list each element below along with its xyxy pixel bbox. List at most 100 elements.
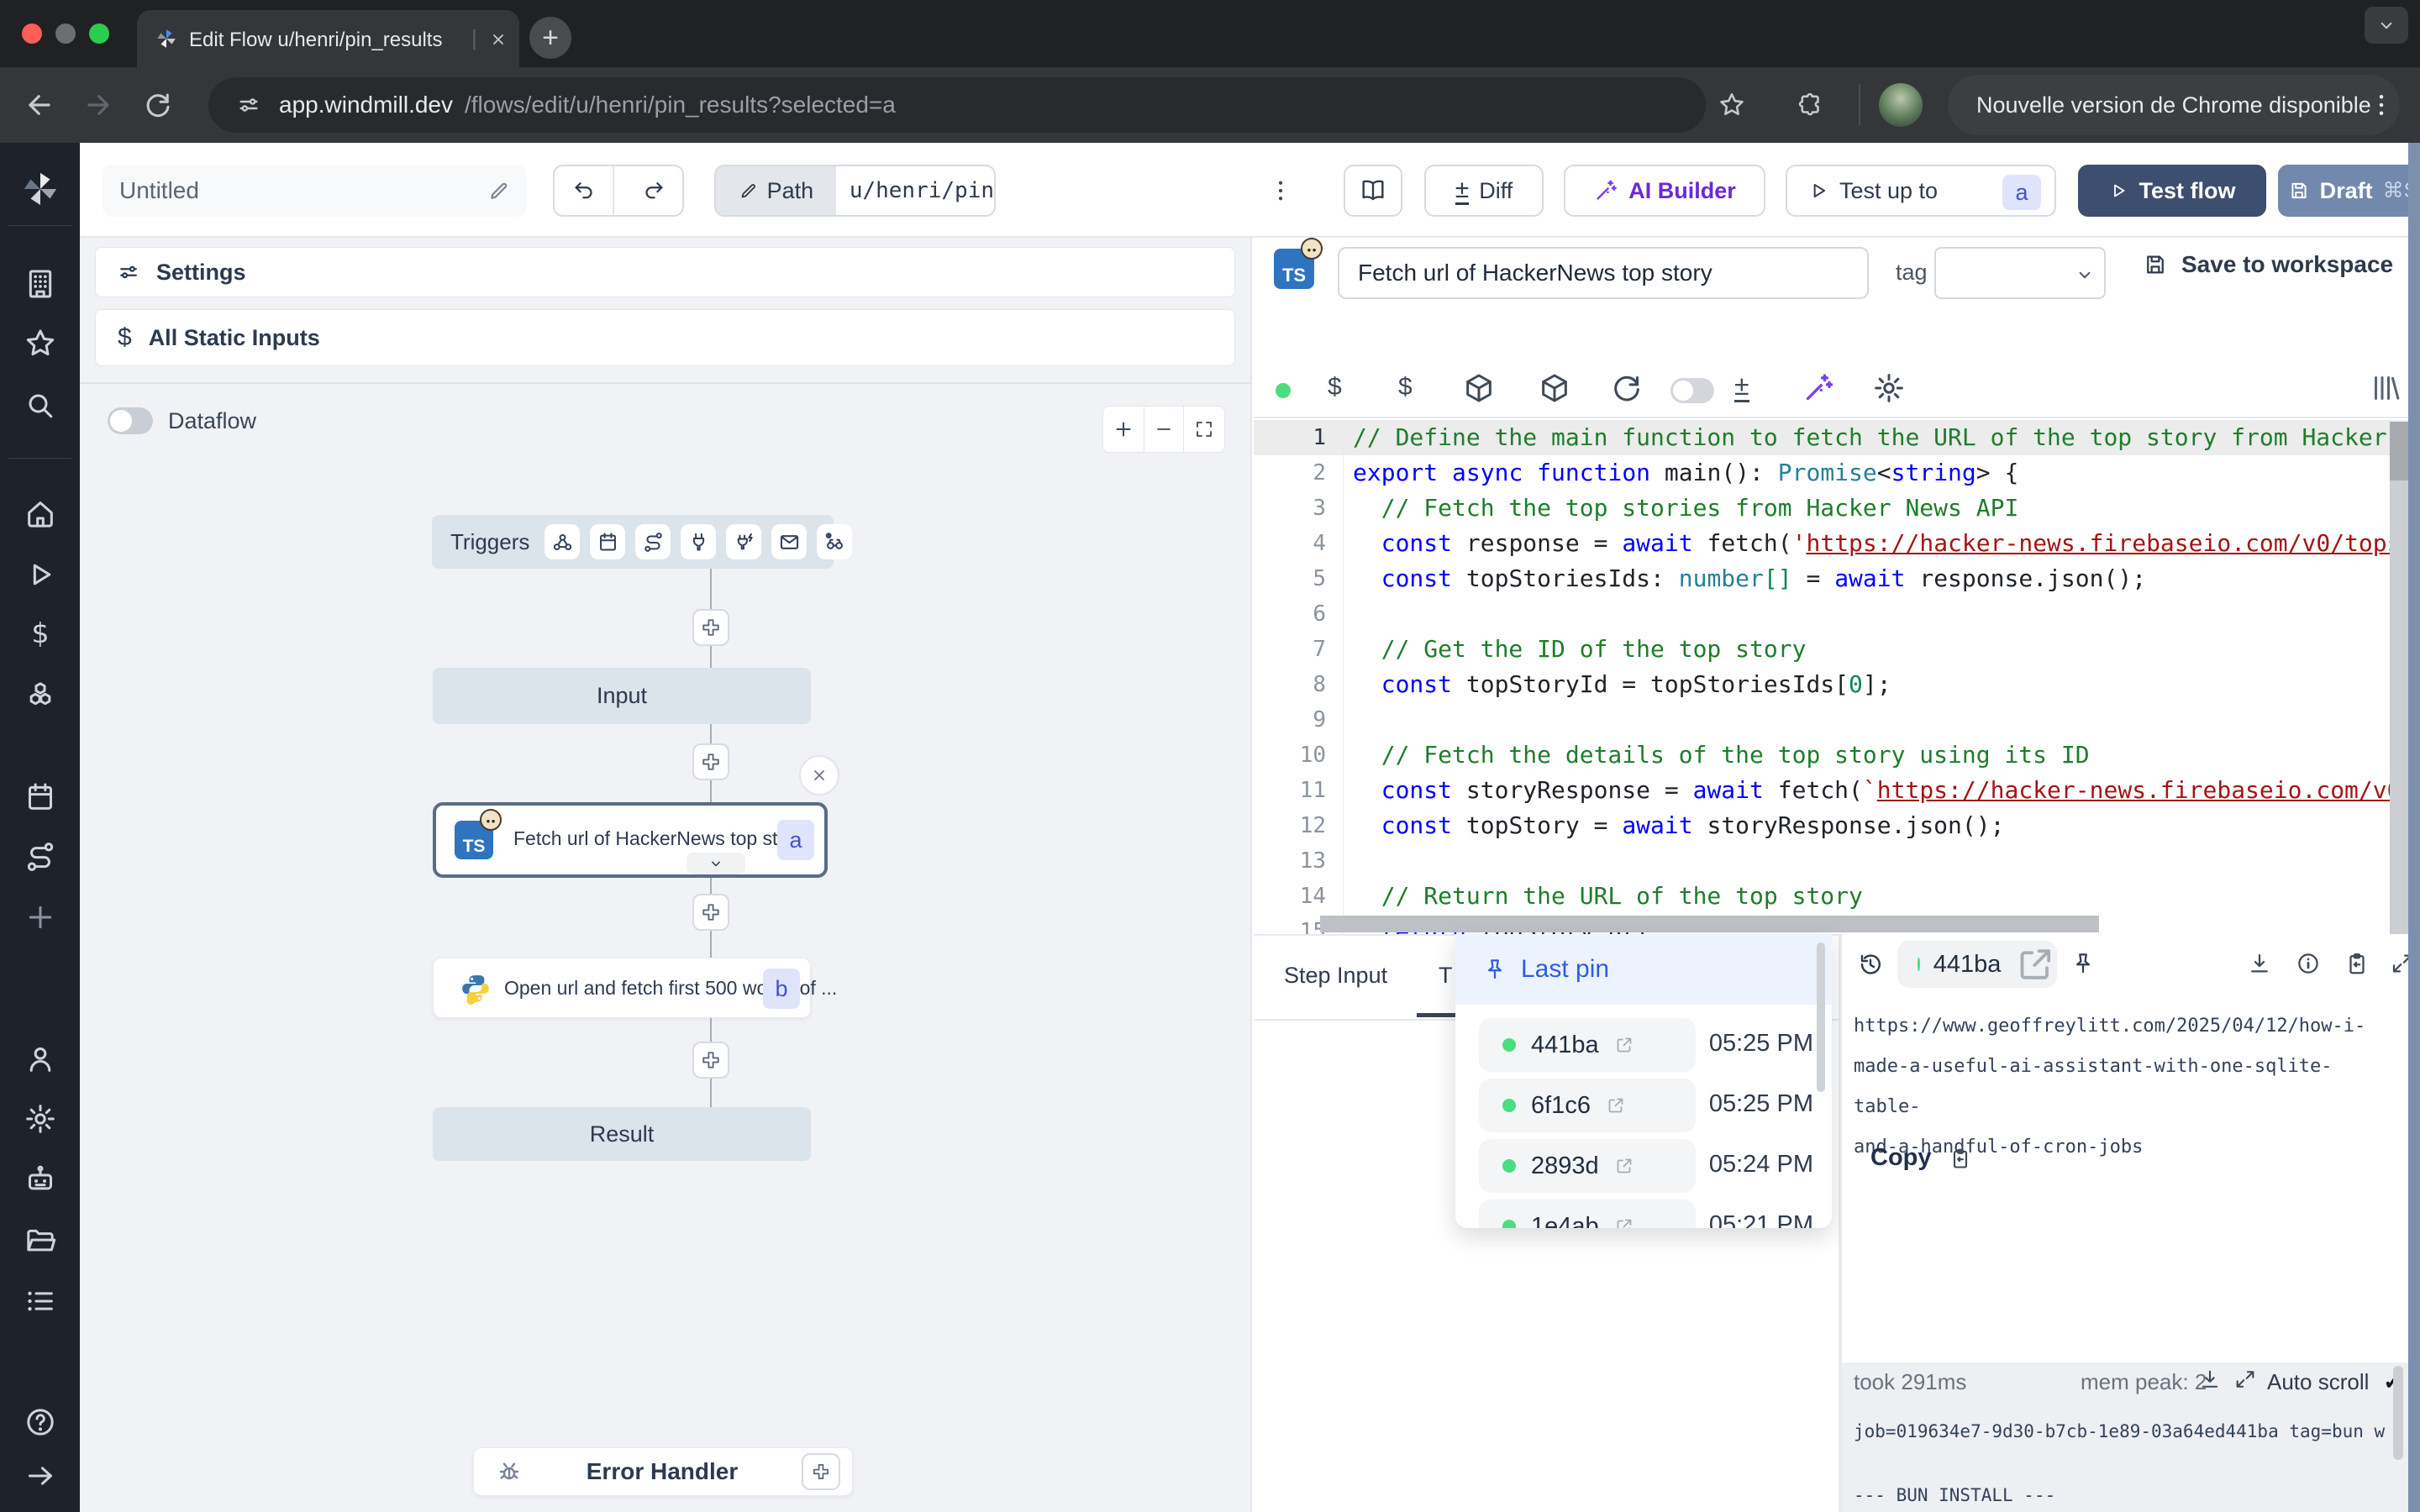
history-icon[interactable] — [1857, 951, 1884, 978]
code-scrollbar-thumb[interactable] — [2390, 422, 2408, 480]
remove-step-button[interactable] — [799, 755, 839, 795]
sidebar-folders-icon[interactable] — [24, 1224, 57, 1257]
resources-dollar-icon[interactable]: $ — [1398, 373, 1413, 402]
test-flow-button[interactable]: Test flow — [2078, 165, 2266, 217]
new-tab-button[interactable]: + — [529, 17, 571, 59]
code-line[interactable]: 4 const response = await fetch('https://… — [1254, 526, 2408, 561]
trigger-poll-icon[interactable] — [817, 524, 852, 559]
trigger-schedule-icon[interactable] — [590, 524, 625, 559]
traffic-light-zoom[interactable] — [89, 24, 109, 44]
code-line[interactable]: 1// Define the main function to fetch th… — [1254, 420, 2408, 455]
external-link-icon[interactable] — [1614, 1035, 1634, 1055]
add-step-button[interactable] — [692, 743, 729, 780]
all-static-inputs-row[interactable]: $ All Static Inputs — [95, 309, 1235, 366]
sidebar-settings-icon[interactable] — [24, 1102, 57, 1136]
sidebar-help-icon[interactable] — [24, 1405, 57, 1439]
external-link-icon[interactable] — [1614, 1216, 1634, 1228]
save-to-workspace-button[interactable]: Save to workspace — [2143, 251, 2393, 278]
sidebar-collapse-icon[interactable] — [24, 1459, 57, 1493]
trigger-route-icon[interactable] — [635, 524, 671, 559]
variables-dollar-icon[interactable]: $ — [1328, 373, 1342, 402]
pin-icon[interactable] — [2070, 951, 2096, 976]
browser-tab[interactable]: Edit Flow u/henri/pin_results | — [137, 10, 519, 67]
log-vertical-scrollbar[interactable] — [2393, 1366, 2403, 1460]
extensions-puzzle-icon[interactable] — [1797, 91, 1825, 119]
library-icon[interactable] — [2370, 371, 2403, 405]
code-line[interactable]: 11 const storyResponse = await fetch(`ht… — [1254, 773, 2408, 808]
add-step-button[interactable] — [692, 609, 729, 646]
add-error-handler-button[interactable] — [802, 1453, 840, 1490]
draft-button[interactable]: Draft ⌘S — [2278, 165, 2420, 217]
external-link-icon[interactable] — [1606, 1095, 1626, 1116]
more-options-icon[interactable] — [1266, 176, 1295, 205]
trigger-kafka-icon[interactable] — [726, 524, 761, 559]
expand-logs-icon[interactable] — [2233, 1368, 2257, 1391]
copy-button[interactable]: Copy — [1870, 1144, 1972, 1172]
omnibox[interactable]: app.windmill.dev/flows/edit/u/henri/pin_… — [208, 77, 1706, 133]
ai-wand-icon[interactable] — [1802, 371, 1835, 405]
autoscroll-label[interactable]: Auto scroll — [2267, 1369, 2369, 1395]
download-logs-icon[interactable] — [2198, 1368, 2222, 1391]
add-step-button[interactable] — [692, 894, 729, 931]
trigger-email-icon[interactable] — [771, 524, 807, 559]
add-step-button[interactable] — [692, 1042, 729, 1079]
sidebar-workspace-icon[interactable] — [24, 267, 57, 301]
traffic-light-minimize[interactable] — [55, 24, 76, 44]
run-id-chip[interactable]: 441ba — [1897, 941, 2057, 988]
avatar[interactable] — [1879, 83, 1923, 127]
dataflow-toggle[interactable] — [108, 407, 153, 434]
input-node[interactable]: Input — [433, 668, 811, 724]
refresh-icon[interactable] — [1610, 371, 1644, 405]
docs-button[interactable] — [1344, 165, 1402, 217]
tag-select[interactable] — [1934, 247, 2106, 299]
path-control[interactable]: Path u/henri/pin — [714, 165, 996, 217]
tab-test-results[interactable]: T — [1439, 963, 1453, 989]
traffic-light-close[interactable] — [22, 24, 42, 44]
code-line[interactable]: 12 const topStory = await storyResponse.… — [1254, 808, 2408, 843]
package-icon[interactable] — [1538, 371, 1571, 405]
sidebar-workers-icon[interactable] — [24, 1163, 57, 1196]
code-vertical-scrollbar[interactable] — [2390, 422, 2408, 934]
error-handler-node[interactable]: Error Handler — [473, 1447, 853, 1496]
package-icon[interactable] — [1462, 371, 1496, 405]
bookmark-star-icon[interactable] — [1718, 91, 1746, 119]
code-horizontal-scrollbar[interactable] — [1320, 916, 2099, 932]
code-line[interactable]: 7 // Get the ID of the top story — [1254, 632, 2408, 667]
sidebar-audit-logs-icon[interactable] — [24, 1284, 57, 1318]
sidebar-routes-icon[interactable] — [24, 840, 57, 874]
undo-button[interactable] — [555, 166, 614, 215]
pin-history-item[interactable]: 1e4ab05:21 PM — [1455, 1196, 1832, 1228]
sidebar-search-icon[interactable] — [24, 389, 57, 423]
reload-icon[interactable] — [143, 90, 173, 120]
code-line[interactable]: 6 — [1254, 596, 2408, 632]
code-line[interactable]: 3 // Fetch the top stories from Hacker N… — [1254, 491, 2408, 526]
zoom-in-button[interactable] — [1103, 407, 1144, 452]
diff-button[interactable]: ± Diff — [1424, 165, 1544, 217]
step-node-b[interactable]: Open url and fetch first 500 words of ..… — [433, 958, 811, 1018]
test-up-to-button[interactable]: Test up to a — [1786, 165, 2056, 217]
code-line[interactable]: 8 const topStoryId = topStoriesIds[0]; — [1254, 667, 2408, 702]
code-line[interactable]: 9 — [1254, 702, 2408, 738]
sidebar-users-icon[interactable] — [24, 1042, 57, 1076]
pin-history-item[interactable]: 2893d05:24 PM — [1455, 1136, 1832, 1196]
code-editor[interactable]: 1// Define the main function to fetch th… — [1254, 420, 2408, 934]
pin-history-item[interactable]: 441ba05:25 PM — [1455, 1015, 1832, 1075]
code-line[interactable]: 14 // Return the URL of the top story — [1254, 879, 2408, 914]
triggers-node[interactable]: Triggers — [432, 515, 834, 569]
windmill-logo[interactable] — [21, 170, 60, 208]
tab-step-input[interactable]: Step Input — [1284, 963, 1387, 989]
trigger-websocket-icon[interactable] — [681, 524, 716, 559]
site-settings-icon[interactable] — [235, 92, 262, 118]
forward-icon[interactable] — [82, 89, 114, 121]
code-line[interactable]: 2export async function main(): Promise<s… — [1254, 455, 2408, 491]
clipboard-icon[interactable] — [2344, 951, 2370, 976]
step-title-input[interactable]: Fetch url of HackerNews top story — [1338, 247, 1869, 299]
tab-search-button[interactable] — [2365, 7, 2408, 44]
pin-history-item[interactable]: 6f1c605:25 PM — [1455, 1075, 1832, 1136]
expand-step-chevron[interactable] — [687, 853, 745, 874]
sidebar-runs-icon[interactable] — [24, 558, 57, 591]
sidebar-add-icon[interactable] — [24, 900, 57, 934]
step-node-a[interactable]: TS Fetch url of HackerNews top story a — [433, 802, 828, 878]
settings-row[interactable]: Settings — [95, 247, 1235, 297]
code-line[interactable]: 13 — [1254, 843, 2408, 879]
